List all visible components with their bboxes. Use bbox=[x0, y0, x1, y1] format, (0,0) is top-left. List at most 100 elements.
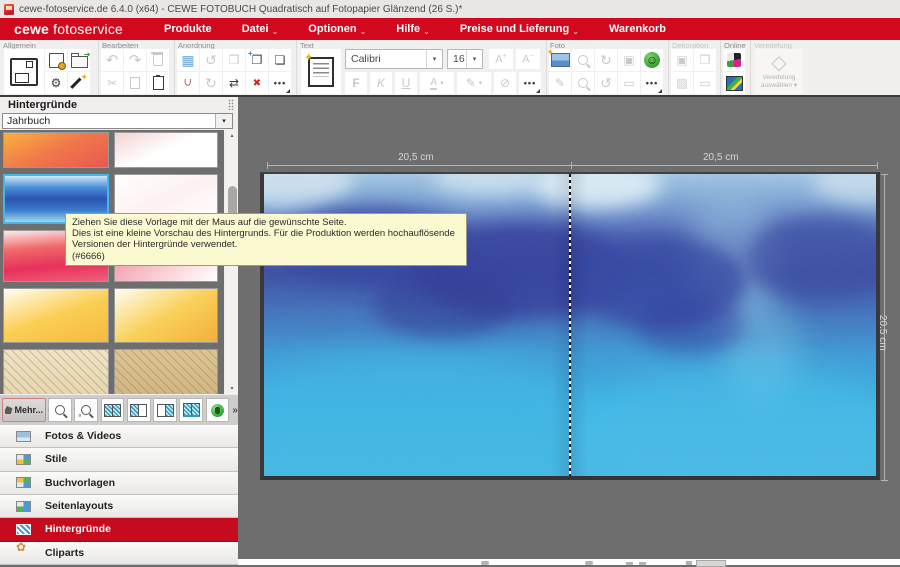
photo-fix-button[interactable]: ☺ bbox=[641, 49, 663, 71]
undo-button[interactable]: ↶ bbox=[101, 49, 123, 71]
cut-button[interactable]: ✂ bbox=[101, 72, 123, 94]
photo-placeholder-button[interactable]: ▣ bbox=[618, 49, 640, 71]
paste-button[interactable] bbox=[147, 72, 169, 94]
send-to-back-button[interactable]: ❏ bbox=[269, 49, 291, 71]
page-fold-line bbox=[569, 174, 571, 476]
background-thumbnail[interactable] bbox=[114, 349, 218, 394]
flip-button[interactable]: ⇄ bbox=[223, 72, 245, 94]
copy-button[interactable] bbox=[124, 72, 146, 94]
rotate-photo-ccw-button[interactable]: ↺ bbox=[595, 72, 617, 94]
chevron-down-icon: ▾ bbox=[479, 79, 483, 87]
apply-all-pages-button[interactable] bbox=[179, 398, 203, 422]
chevron-down-icon[interactable]: ▾ bbox=[466, 50, 482, 68]
menu-optionen[interactable]: Optionen⌄ bbox=[308, 23, 366, 36]
sidebar-item-fotos-videos[interactable]: Fotos & Videos bbox=[0, 425, 238, 448]
font-color-button[interactable]: A ▾ bbox=[420, 72, 454, 94]
sidebar-tool-row: Mehr... ∘ » bbox=[0, 395, 238, 425]
delete-button[interactable] bbox=[147, 49, 169, 71]
redo-button[interactable]: ↷ bbox=[124, 49, 146, 71]
image-icon: ▣ bbox=[676, 53, 687, 67]
zoom-double-button[interactable]: ∘ bbox=[74, 398, 98, 422]
sidebar-panel: Hintergründe Jahrbuch ▾ ▴ ▾ Mehr... ∘ bbox=[0, 97, 238, 565]
chevron-down-icon[interactable]: ▾ bbox=[426, 50, 442, 68]
zoom-in-photo-button[interactable] bbox=[572, 72, 594, 94]
sidebar-item-buchvorlagen[interactable]: Buchvorlagen bbox=[0, 472, 238, 495]
background-thumbnail[interactable] bbox=[114, 132, 218, 168]
scroll-down-icon[interactable]: ▾ bbox=[226, 383, 238, 394]
dekoration-image-button[interactable]: ▣ bbox=[671, 49, 693, 71]
zoom-out-photo-button[interactable] bbox=[572, 49, 594, 71]
sidebar-item-cliparts[interactable]: ✿ Cliparts bbox=[0, 542, 238, 565]
sidebar-item-seitenlayouts[interactable]: Seitenlayouts bbox=[0, 495, 238, 518]
veredelung-select-button[interactable]: ◇ Veredelungauswählen ▾ bbox=[755, 49, 803, 94]
increase-font-button[interactable]: A+ bbox=[489, 49, 513, 69]
edit-photo-button[interactable]: ✎ bbox=[549, 72, 571, 94]
settings-button[interactable]: ⚙ bbox=[45, 72, 67, 94]
menu-produkte[interactable]: Produkte bbox=[164, 23, 212, 35]
decrease-font-button[interactable]: A− bbox=[516, 49, 540, 69]
background-thumbnail[interactable] bbox=[114, 288, 218, 343]
magnet-button[interactable]: ∩ bbox=[177, 72, 199, 94]
app-icon bbox=[4, 4, 14, 15]
editor-canvas: 20,5 cm 20,5 cm 20,5 cm bbox=[238, 97, 900, 565]
font-decrease-icon: A− bbox=[522, 53, 533, 66]
group-button[interactable]: ❐ bbox=[223, 49, 245, 71]
rotate-photo-cw-button[interactable]: ↻ bbox=[595, 49, 617, 71]
background-thumbnail[interactable] bbox=[3, 132, 109, 168]
clear-format-button[interactable]: ⊘ bbox=[494, 72, 516, 94]
add-photo-button[interactable] bbox=[549, 49, 571, 71]
online-upload-button[interactable] bbox=[723, 72, 745, 94]
slash-circle-icon: ⊘ bbox=[500, 76, 510, 90]
assistant-button[interactable] bbox=[68, 72, 90, 94]
anordnung-more-button[interactable]: ••• bbox=[269, 72, 291, 94]
text-more-button[interactable]: ••• bbox=[519, 72, 541, 94]
crop-photo-button[interactable]: ▭ bbox=[618, 72, 640, 94]
highlight-color-button[interactable]: ✎ ▾ bbox=[457, 72, 491, 94]
sidebar-item-stile[interactable]: Stile bbox=[0, 448, 238, 471]
menu-warenkorb[interactable]: Warenkorb bbox=[609, 23, 666, 35]
menu-preise-und-lieferung[interactable]: Preise und Lieferung⌄ bbox=[460, 23, 579, 36]
dekoration-border-button[interactable]: ▭ bbox=[694, 72, 716, 94]
rotate-left-button[interactable]: ↺ bbox=[200, 49, 222, 71]
italic-button[interactable]: K bbox=[370, 72, 392, 94]
save-as-button[interactable] bbox=[45, 49, 67, 71]
font-family-select[interactable]: Calibri ▾ bbox=[345, 49, 443, 69]
zoom-single-button[interactable] bbox=[48, 398, 72, 422]
background-thumbnail[interactable] bbox=[3, 349, 109, 394]
chevron-down-icon[interactable]: ▾ bbox=[215, 114, 232, 128]
sidebar-item-hintergruende[interactable]: Hintergründe bbox=[0, 518, 238, 541]
apply-right-page-button[interactable] bbox=[153, 398, 177, 422]
add-textbox-button[interactable] bbox=[301, 49, 341, 94]
dekoration-frame-button[interactable]: ▨ bbox=[671, 72, 693, 94]
align-grid-button[interactable]: ▦ bbox=[177, 49, 199, 71]
background-category-select[interactable]: Jahrbuch ▾ bbox=[2, 113, 233, 129]
rotate-right-button[interactable]: ↻ bbox=[200, 72, 222, 94]
drag-hand-icon bbox=[5, 406, 13, 414]
drag-grip-icon[interactable] bbox=[228, 99, 234, 110]
bring-to-front-button[interactable]: ❐+ bbox=[246, 49, 268, 71]
frame-icon: ▨ bbox=[676, 76, 687, 90]
background-thumbnail[interactable] bbox=[3, 288, 109, 343]
smart-assistant-button[interactable] bbox=[206, 398, 230, 422]
save-button[interactable] bbox=[4, 49, 44, 94]
diamond-icon: ◇ bbox=[771, 53, 786, 73]
open-button[interactable] bbox=[68, 49, 90, 71]
bold-button[interactable]: F bbox=[345, 72, 367, 94]
apply-both-pages-button[interactable] bbox=[101, 398, 125, 422]
apply-left-page-button[interactable] bbox=[127, 398, 151, 422]
underline-button[interactable]: U bbox=[395, 72, 417, 94]
mehr-button[interactable]: Mehr... bbox=[2, 398, 46, 422]
scroll-up-icon[interactable]: ▴ bbox=[226, 130, 238, 141]
dekoration-copy-button[interactable]: ❐ bbox=[694, 49, 716, 71]
bold-icon: F bbox=[352, 76, 359, 90]
dimension-line bbox=[571, 165, 877, 166]
main-toolbar: Allgemein ⚙ Bearbeiten ↶ ✂ ↷ Anordnung ▦… bbox=[0, 40, 900, 95]
menu-hilfe[interactable]: Hilfe⌄ bbox=[396, 23, 430, 36]
online-share-button[interactable] bbox=[723, 49, 745, 71]
grid-icon: ▦ bbox=[181, 52, 194, 69]
foto-more-button[interactable]: ••• bbox=[641, 72, 663, 94]
font-size-select[interactable]: 16 ▾ bbox=[447, 49, 483, 69]
toolbar-section-online: Online bbox=[721, 40, 751, 95]
delete-page-button[interactable]: ✖ bbox=[246, 72, 268, 94]
menu-datei[interactable]: Datei⌄ bbox=[242, 23, 279, 36]
